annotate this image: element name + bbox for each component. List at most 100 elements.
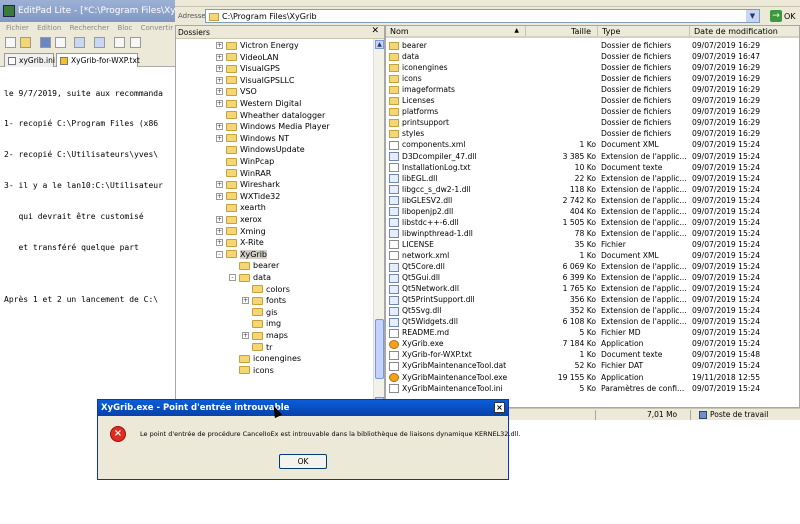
expand-icon[interactable]: + [216, 192, 223, 200]
file-row[interactable]: Qt5PrintSupport.dll 356 Ko Extension de l'… [386, 294, 799, 305]
file-row[interactable]: imageformats Dossier de fichiers 09/07/201… [386, 84, 799, 95]
tree-item[interactable]: + Western Digital [216, 98, 301, 109]
tree-item[interactable]: - XyGrib [216, 249, 268, 260]
file-row[interactable]: README.md 5 Ko Fichier MD 09/07/2019 15:24 [386, 327, 799, 338]
column-header-name[interactable]: Nom ▲ [386, 26, 526, 38]
menu-bloc[interactable]: Bloc [117, 24, 132, 32]
tree-item[interactable]: icons [229, 365, 274, 376]
tree-item[interactable]: + X-Rite [216, 237, 264, 248]
expand-icon[interactable]: + [216, 239, 223, 247]
tree-item[interactable]: + Xming [216, 226, 266, 237]
file-row[interactable]: libstdc++-6.dll 1 505 Ko Extension de l'ap… [386, 217, 799, 228]
tree-item[interactable]: + fonts [242, 295, 286, 306]
address-input[interactable]: C:\Program Files\XyGrib ▼ [205, 9, 760, 23]
expand-icon[interactable]: + [242, 297, 249, 305]
copy-icon[interactable] [130, 37, 141, 48]
expand-icon[interactable]: + [216, 53, 223, 61]
file-row[interactable]: Qt5Network.dll 1 765 Ko Extension de l'app… [386, 283, 799, 294]
expand-icon[interactable]: + [216, 123, 223, 131]
tree-item[interactable]: iconengines [229, 353, 301, 364]
tree-item[interactable]: + VisualGPS [216, 63, 280, 74]
file-row[interactable]: XyGribMaintenanceTool.ini 5 Ko Paramètres … [386, 383, 799, 394]
new-file-icon[interactable] [5, 37, 16, 48]
expand-icon[interactable]: + [242, 332, 249, 339]
expand-icon[interactable]: + [216, 100, 223, 107]
file-row[interactable]: network.xml 1 Ko Document XML 09/07/2019 15… [386, 250, 799, 261]
tree-item[interactable]: + VisualGPSLLC [216, 75, 294, 86]
expand-icon[interactable]: + [216, 42, 223, 49]
print-icon[interactable] [55, 37, 66, 48]
tree-item[interactable]: + Windows Media Player [216, 121, 330, 132]
expand-icon[interactable]: + [216, 134, 223, 142]
file-row[interactable]: libgcc_s_dw2-1.dll 118 Ko Extension de l'a… [386, 184, 799, 195]
expand-icon[interactable]: + [216, 181, 223, 189]
expand-icon[interactable]: + [216, 216, 223, 223]
file-row[interactable]: libEGL.dll 22 Ko Extension de l'applic... 0… [386, 173, 799, 184]
tree-item[interactable]: gis [242, 307, 277, 318]
tree-item[interactable]: xearth [216, 202, 266, 213]
column-header-type[interactable]: Type [598, 26, 690, 38]
menu-fichier[interactable]: Fichier [6, 24, 29, 32]
file-row[interactable]: libwinpthread-1.dll 78 Ko Extension de l'a… [386, 228, 799, 239]
file-row[interactable]: styles Dossier de fichiers 09/07/2019 16:2… [386, 128, 799, 139]
tree-item[interactable]: + Wireshark [216, 179, 280, 190]
tree-item[interactable]: img [242, 318, 281, 329]
ok-button[interactable]: OK [279, 454, 327, 469]
folder-tree-scrollbar[interactable]: ▲ ▼ [373, 39, 384, 407]
file-row[interactable]: data Dossier de fichiers 09/07/2019 16:47 [386, 51, 799, 62]
menu-edition[interactable]: Edition [37, 24, 61, 32]
tree-item[interactable]: WinRAR [216, 168, 271, 179]
file-row[interactable]: D3Dcompiler_47.dll 3 385 Ko Extension de l… [386, 151, 799, 162]
tree-item[interactable]: + Victron Energy [216, 40, 299, 51]
file-row[interactable]: libGLESV2.dll 2 742 Ko Extension de l'appl… [386, 195, 799, 206]
close-icon[interactable]: ✕ [371, 26, 379, 36]
go-button[interactable]: → OK [770, 10, 800, 23]
collapse-icon[interactable]: - [216, 250, 223, 258]
expand-icon[interactable]: + [216, 76, 223, 84]
save-icon[interactable] [40, 37, 51, 48]
tree-item[interactable]: + VideoLAN [216, 52, 279, 63]
file-row[interactable]: iconengines Dossier de fichiers 09/07/2019… [386, 62, 799, 73]
tree-item[interactable]: bearer [229, 260, 279, 271]
file-row[interactable]: platforms Dossier de fichiers 09/07/2019 1… [386, 106, 799, 117]
expand-icon[interactable]: + [216, 65, 223, 73]
file-row[interactable]: Qt5Core.dll 6 069 Ko Extension de l'applic… [386, 261, 799, 272]
open-folder-icon[interactable] [20, 37, 31, 48]
menu-convertir[interactable]: Convertir [141, 24, 174, 32]
tree-item[interactable]: tr [242, 342, 272, 353]
cut-icon[interactable] [114, 37, 125, 48]
tree-item[interactable]: + WXTide32 [216, 191, 280, 202]
file-row[interactable]: XyGribMaintenanceTool.dat 52 Ko Fichier DA… [386, 360, 799, 371]
tree-item[interactable]: WindowsUpdate [216, 144, 305, 155]
column-header-date[interactable]: Date de modification [690, 26, 799, 38]
scroll-up-icon[interactable]: ▲ [375, 40, 384, 49]
close-icon[interactable]: × [494, 402, 505, 413]
expand-icon[interactable]: + [216, 88, 223, 96]
file-row[interactable]: Licenses Dossier de fichiers 09/07/2019 16… [386, 95, 799, 106]
file-row[interactable]: XyGrib.exe 7 184 Ko Application 09/07/2019 … [386, 338, 799, 349]
tree-item[interactable]: - data [229, 272, 271, 283]
file-row[interactable]: printsupport Dossier de fichiers 09/07/201… [386, 117, 799, 128]
file-row[interactable]: libopenjp2.dll 404 Ko Extension de l'appli… [386, 206, 799, 217]
scrollbar-thumb[interactable] [375, 319, 384, 379]
undo-icon[interactable] [74, 37, 85, 48]
chevron-down-icon[interactable]: ▼ [746, 10, 759, 22]
file-row[interactable]: LICENSE 35 Ko Fichier 09/07/2019 15:24 [386, 239, 799, 250]
tree-item[interactable]: + Windows NT [216, 133, 289, 144]
file-row[interactable]: components.xml 1 Ko Document XML 09/07/2019… [386, 139, 799, 150]
column-header-size[interactable]: Taille [526, 26, 598, 38]
editpad-title-bar[interactable]: EditPad Lite - [*C:\Program Files\XyGrib [0, 0, 175, 22]
file-row[interactable]: bearer Dossier de fichiers 09/07/2019 16:2… [386, 40, 799, 51]
tree-item[interactable]: + maps [242, 330, 288, 341]
tab-xygrib-ini[interactable]: xyGrib.ini [4, 53, 55, 67]
redo-icon[interactable] [94, 37, 105, 48]
collapse-icon[interactable]: - [229, 274, 236, 281]
dialog-title-bar[interactable]: XyGrib.exe - Point d'entrée introuvable … [98, 400, 508, 416]
file-row[interactable]: XyGrib-for-WXP.txt 1 Ko Document texte 09/0… [386, 349, 799, 360]
file-row[interactable]: Qt5Gui.dll 6 399 Ko Extension de l'applic.… [386, 272, 799, 283]
tree-item[interactable]: colors [242, 284, 290, 295]
file-row[interactable]: icons Dossier de fichiers 09/07/2019 16:29 [386, 73, 799, 84]
file-row[interactable]: Qt5Svg.dll 352 Ko Extension de l'applic...… [386, 305, 799, 316]
tree-item[interactable]: WinPcap [216, 156, 274, 167]
file-row[interactable]: Qt5Widgets.dll 6 108 Ko Extension de l'app… [386, 316, 799, 327]
